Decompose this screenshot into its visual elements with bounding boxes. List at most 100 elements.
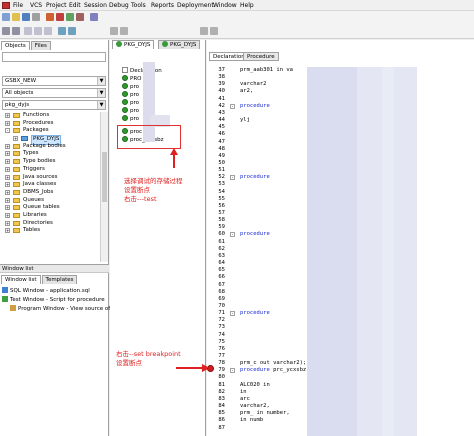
menu-window[interactable]: Window [213,1,237,10]
tab-pkg-dyjs-1[interactable]: PKG_DYJS [112,40,155,49]
connection-select[interactable]: GSBX_NEW ▼ [2,76,106,86]
code-line[interactable]: prm_aab301 in va [240,67,293,74]
search-input[interactable]: pkg_dyjs ▼ [2,100,106,110]
tree-item[interactable]: + Queues [0,197,100,205]
undo-icon[interactable] [2,27,10,35]
tree-item[interactable]: + Procedures [0,120,100,128]
explain-icon[interactable] [90,13,98,21]
window-item-test[interactable]: Test Window - Script for procedure [2,296,107,304]
fold-icon[interactable]: - [230,175,235,181]
outline-item[interactable]: pro [122,107,139,115]
tree-scrollbar[interactable] [100,112,108,262]
tree-item[interactable]: + Java classes [0,181,100,189]
unindent-icon[interactable] [120,27,128,35]
chevron-down-icon[interactable]: ▼ [97,101,105,109]
window-item-program[interactable]: Program Window - View source of [10,305,115,313]
code-line[interactable]: procedure prc_ycxsbz [240,367,306,374]
code-line[interactable]: prm_c out varchar2); [240,360,306,367]
menu-reports[interactable]: Reports [151,1,174,10]
expand-icon[interactable]: + [5,151,10,157]
chevron-down-icon[interactable]: ▼ [97,89,105,97]
paste-icon[interactable] [44,27,52,35]
outline-item[interactable]: pro [122,83,139,91]
code-line[interactable]: procedure [240,231,270,238]
menu-tools[interactable]: Tools [131,1,146,10]
code-line[interactable]: procedure [240,310,270,317]
indent-icon[interactable] [110,27,118,35]
expand-icon[interactable]: + [5,197,10,203]
tree-item[interactable]: + Functions [0,112,100,120]
expand-icon[interactable]: + [5,113,10,118]
menu-file[interactable]: File [13,1,23,10]
code-line[interactable]: varchar2 [240,81,267,88]
expand-icon[interactable]: + [13,136,18,142]
tree-item[interactable]: + Package bodies [0,143,100,151]
stop-icon[interactable] [56,13,64,21]
commit-icon[interactable] [66,13,74,21]
menu-session[interactable]: Session [84,1,107,10]
tree-item[interactable]: + Tables [0,227,100,235]
fold-icon[interactable]: - [230,311,235,317]
code-editor[interactable]: Declaration Procedure 37 prm_aab301 in v… [207,40,474,436]
uncomment-icon[interactable] [210,27,218,35]
chevron-down-icon[interactable]: ▼ [97,77,105,85]
cut-icon[interactable] [24,27,32,35]
code-line[interactable]: ar2, [240,88,253,95]
outline-item[interactable]: pro [122,115,139,123]
menu-debug[interactable]: Debug [109,1,129,10]
tab-templates[interactable]: Templates [41,275,78,284]
tree-item[interactable]: + Types [0,150,100,158]
expand-icon[interactable]: + [5,182,10,188]
tab-window-list[interactable]: Window list [1,275,41,284]
tree-item[interactable]: + Triggers [0,166,100,174]
expand-icon[interactable]: + [5,205,10,211]
expand-icon[interactable]: + [5,143,10,149]
window-item-sql[interactable]: SQL Window - application.sql [2,287,107,295]
expand-icon[interactable]: + [5,159,10,165]
menu-help[interactable]: Help [240,1,254,10]
menu-project[interactable]: Project [46,1,67,10]
outline-item[interactable]: pro [122,99,139,107]
code-line[interactable]: ALC020 in [240,382,270,389]
tree-item[interactable]: + DBMS_Jobs [0,189,100,197]
menu-edit[interactable]: Edit [69,1,81,10]
tab-files[interactable]: Files [30,41,51,50]
new-icon[interactable] [2,13,10,21]
fold-icon[interactable]: - [230,232,235,238]
outline-item[interactable]: PRO [122,75,141,83]
expand-icon[interactable]: + [5,174,10,180]
tree-item[interactable]: + Java sources [0,174,100,182]
menu-deployment[interactable]: Deployment [177,1,214,10]
comment-icon[interactable] [200,27,208,35]
code-line[interactable]: procedure [240,174,270,181]
replace-icon[interactable] [68,27,76,35]
open-icon[interactable] [12,13,20,21]
expand-icon[interactable]: + [5,166,10,172]
fold-icon[interactable]: - [230,103,235,109]
scroll-thumb[interactable] [102,152,107,202]
code-line[interactable]: in numb [240,417,263,424]
code-line[interactable]: arc [240,396,250,403]
tree-item[interactable]: + Libraries [0,212,100,220]
tab-objects[interactable]: Objects [1,41,30,50]
tree-item-pkg-dyjs[interactable]: + PKG_DYJS [0,135,100,145]
fold-icon[interactable]: - [230,368,235,374]
redo-icon[interactable] [12,27,20,35]
copy-icon[interactable] [34,27,42,35]
tree-item[interactable]: + Type bodies [0,158,100,166]
filter-select[interactable]: All objects ▼ [2,88,106,98]
tree-item[interactable]: + Directories [0,220,100,228]
tab-procedure[interactable]: Procedure [243,52,279,61]
save-icon[interactable] [22,13,30,21]
expand-icon[interactable]: + [5,220,10,226]
tree-item[interactable]: + Queue tables [0,204,100,212]
find-icon[interactable] [58,27,66,35]
expand-icon[interactable]: + [5,189,10,195]
rollback-icon[interactable] [76,13,84,21]
collapse-icon[interactable]: - [5,128,10,134]
code-line[interactable]: ylj [240,117,250,124]
outline-item-declaration[interactable]: Declaration [122,67,162,75]
tab-pkg-dyjs-2[interactable]: PKG_DYJS [158,40,201,49]
breakpoint-icon[interactable] [207,365,214,372]
expand-icon[interactable]: + [5,228,10,234]
